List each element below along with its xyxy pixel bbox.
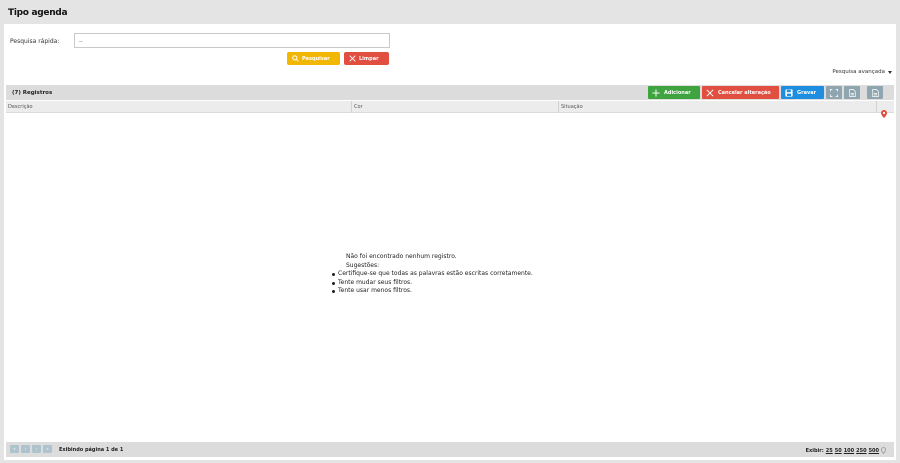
- next-page-button[interactable]: ›: [32, 445, 41, 453]
- search-button[interactable]: Pesquisar: [287, 52, 340, 65]
- first-page-button[interactable]: «: [10, 445, 19, 453]
- list-item: Tente usar menos filtros.: [332, 287, 533, 296]
- last-page-button[interactable]: »: [43, 445, 52, 453]
- fullscreen-icon: [830, 88, 838, 97]
- add-button[interactable]: Adicionar: [648, 86, 700, 99]
- empty-state: Não foi encontrado nenhum registro. Suge…: [332, 253, 533, 296]
- column-header-cor[interactable]: Cor: [352, 101, 559, 113]
- grid-toolbar: (7) Registros Adicionar Cancelar alteraç…: [6, 85, 894, 100]
- page-size-selector: Exibir: 25 50 100 250 500: [806, 447, 886, 454]
- document-icon: [871, 88, 879, 97]
- column-header-situacao[interactable]: Situação: [559, 101, 877, 113]
- caret-down-icon: [888, 70, 892, 74]
- export-alt-button[interactable]: [867, 86, 883, 99]
- export-button[interactable]: [844, 86, 860, 99]
- plus-icon: [652, 88, 660, 97]
- suggestions-list: Certifique-se que todas as palavras estã…: [332, 270, 533, 296]
- table-header: Descrição Cor Situação: [6, 101, 894, 118]
- clear-button[interactable]: Limpar: [344, 52, 389, 65]
- quick-search-input[interactable]: ..: [74, 33, 390, 48]
- search-icon: [292, 55, 299, 62]
- floppy-disk-icon: [785, 88, 793, 97]
- map-pin-icon[interactable]: [881, 447, 886, 454]
- add-button-label: Adicionar: [664, 89, 691, 96]
- save-button[interactable]: Gravar: [781, 86, 824, 99]
- page-size-option[interactable]: 250: [856, 448, 866, 454]
- cancel-changes-label: Cancelar alteração: [718, 89, 771, 96]
- page-size-option[interactable]: 500: [869, 448, 879, 454]
- main-panel: Pesquisa rápida: .. Pesquisar Limpar Pes…: [4, 24, 896, 460]
- title-bar: Tipo agenda: [0, 0, 900, 24]
- cancel-changes-button[interactable]: Cancelar alteração: [702, 86, 779, 99]
- fullscreen-button[interactable]: [826, 86, 842, 99]
- map-pin-icon[interactable]: [881, 103, 887, 122]
- page-size-option[interactable]: 25: [826, 448, 833, 454]
- quick-search-label: Pesquisa rápida:: [10, 38, 60, 45]
- list-item: Certifique-se que todas as palavras estã…: [332, 270, 533, 279]
- pagination-bar: « ‹ › » Exibindo página 1 de 1 Exibir: 2…: [6, 442, 894, 457]
- empty-message: Não foi encontrado nenhum registro.: [346, 253, 457, 260]
- advanced-search-label: Pesquisa avançada: [832, 69, 885, 75]
- column-header-descricao[interactable]: Descrição: [6, 101, 352, 113]
- records-count: (7) Registros: [12, 90, 53, 96]
- suggestions-title: Sugestões:: [346, 261, 380, 269]
- save-button-label: Gravar: [797, 89, 817, 96]
- clear-button-label: Limpar: [359, 55, 379, 62]
- page-info: Exibindo página 1 de 1: [59, 447, 124, 453]
- advanced-search-toggle[interactable]: Pesquisa avançada: [832, 69, 892, 75]
- page-title: Tipo agenda: [8, 8, 68, 18]
- page-size-label: Exibir:: [805, 447, 824, 454]
- previous-page-button[interactable]: ‹: [21, 445, 30, 453]
- search-button-label: Pesquisar: [302, 55, 330, 62]
- close-icon: [349, 55, 356, 62]
- document-icon: [848, 88, 856, 97]
- page-size-option[interactable]: 50: [835, 448, 842, 454]
- close-icon: [706, 88, 714, 97]
- page-size-option[interactable]: 100: [844, 448, 854, 454]
- list-item: Tente mudar seus filtros.: [332, 279, 533, 288]
